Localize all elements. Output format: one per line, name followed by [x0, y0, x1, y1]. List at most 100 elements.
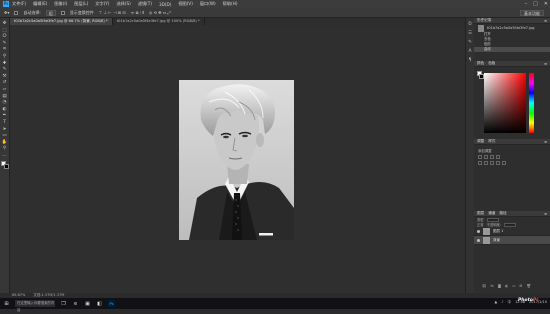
curves-icon[interactable]	[490, 155, 494, 159]
tab-color[interactable]: 颜色	[477, 61, 484, 66]
workspace-switcher[interactable]: 基本功能	[520, 10, 544, 16]
more-icon[interactable]: …	[2, 153, 8, 158]
type-icon[interactable]: T	[2, 120, 8, 125]
background-color-swatch[interactable]	[3, 164, 9, 170]
history-brush-icon[interactable]: ↺	[2, 80, 8, 85]
show-transform-checkbox[interactable]	[60, 10, 65, 15]
minimize-icon[interactable]: –	[525, 1, 528, 7]
tab-channels[interactable]: 通道	[488, 211, 495, 216]
crop-icon[interactable]: ⌗	[2, 47, 8, 52]
volume-icon[interactable]: ♪	[501, 300, 503, 305]
align-buttons[interactable]: ⊤ ⊥ ⊢ ⊣ ⊞ ⊟	[99, 10, 126, 15]
link-icon[interactable]: ⛓	[482, 284, 486, 289]
menu-view[interactable]: 视图(V)	[178, 1, 193, 7]
taskbar-search-input[interactable]: 在这里输入你要搜索的内容	[15, 300, 55, 312]
fx-icon[interactable]: fx	[490, 284, 493, 289]
history-snapshot[interactable]: t01b7a2c5a0a5f4e3fe7.jpg	[474, 24, 550, 32]
eraser-icon[interactable]: ▱	[2, 87, 8, 92]
photoshop-taskbar-icon[interactable]: Ps	[108, 300, 115, 307]
filter-kind-dropdown[interactable]	[486, 217, 499, 222]
maximize-icon[interactable]: □	[533, 1, 538, 7]
tab-history[interactable]: 历史记录	[477, 18, 491, 23]
opacity-field[interactable]	[503, 222, 516, 227]
hue-slider[interactable]	[529, 73, 534, 133]
color-field[interactable]	[484, 73, 526, 133]
close-icon[interactable]: ✕	[544, 1, 548, 7]
new-layer-icon[interactable]: ⊞	[520, 284, 523, 289]
visibility-eye-icon[interactable]	[477, 238, 480, 242]
portrait-photo[interactable]	[179, 80, 294, 240]
tab-adjustments[interactable]: 调整	[477, 139, 484, 144]
folder-icon[interactable]: ▭	[512, 284, 515, 289]
auto-select-dropdown[interactable]: 组	[45, 9, 56, 16]
document-tab[interactable]: t01b7a2c5a0a5f4e3fe7.jpg @ 100% (RGB/8) …	[113, 18, 205, 25]
brush-icon[interactable]: ✎	[2, 67, 8, 72]
pen-icon[interactable]: ✒	[2, 113, 8, 118]
brightness-icon[interactable]	[478, 155, 482, 159]
paragraph-panel-icon[interactable]: ¶	[469, 58, 472, 63]
hand-icon[interactable]: ✋	[2, 140, 8, 145]
photo-filter-icon[interactable]	[502, 161, 506, 165]
marquee-icon[interactable]: ⬚	[2, 28, 8, 33]
tab-layers[interactable]: 图层	[477, 211, 484, 216]
blend-mode-dropdown[interactable]: 正常	[477, 222, 484, 227]
auto-select-checkbox[interactable]	[14, 10, 19, 15]
tab-swatches[interactable]: 色板	[488, 61, 495, 66]
character-panel-icon[interactable]: A	[468, 49, 471, 54]
3d-mode-buttons[interactable]: ◎ ⟲ ✥ ⇔ ⤢	[149, 10, 171, 15]
levels-icon[interactable]	[484, 155, 488, 159]
menu-select[interactable]: 选择(S)	[116, 1, 130, 7]
exposure-icon[interactable]	[496, 155, 500, 159]
document-tab-active[interactable]: t01b7a2c5a0a5f4e3fe7.jpg @ 66.7% (背景, RG…	[10, 18, 113, 25]
move-icon[interactable]: ✥	[2, 21, 8, 26]
eyedropper-icon[interactable]: ⚲	[2, 54, 8, 59]
color-swatches[interactable]	[0, 161, 9, 170]
healing-icon[interactable]: ✚	[2, 61, 8, 66]
blur-icon[interactable]: ◔	[2, 100, 8, 105]
menu-3d[interactable]: 3D(D)	[159, 2, 171, 7]
distribute-buttons[interactable]: ≡ ≣ ⫶ ⫴	[131, 10, 144, 15]
history-panel-icon[interactable]: ⏲	[468, 21, 472, 27]
panel-menu-icon[interactable]: ≡	[544, 140, 547, 144]
menu-window[interactable]: 窗口(W)	[200, 1, 216, 7]
trash-icon[interactable]: 🗑	[526, 284, 530, 289]
gradient-icon[interactable]: ▤	[2, 94, 8, 99]
menu-help[interactable]: 帮助(H)	[223, 1, 238, 7]
vibrance-icon[interactable]	[478, 161, 482, 165]
file-explorer-icon[interactable]: ▣	[84, 300, 91, 307]
lasso-icon[interactable]: ⵔ	[2, 34, 8, 39]
layer-row[interactable]: 图层 1	[474, 227, 550, 236]
menu-file[interactable]: 文件(F)	[12, 1, 26, 7]
menu-type[interactable]: 文字(Y)	[95, 1, 109, 7]
adjustment-layer-icon[interactable]: ◐	[505, 284, 508, 289]
visibility-eye-icon[interactable]	[477, 229, 480, 233]
menu-filter[interactable]: 滤镜(T)	[138, 1, 152, 7]
panel-menu-icon[interactable]: ≡	[544, 62, 547, 66]
quick-select-icon[interactable]: ✎	[2, 41, 8, 46]
edge-browser-icon[interactable]: e	[72, 300, 79, 307]
store-icon[interactable]: ◧	[96, 300, 103, 307]
input-language[interactable]: 中	[507, 300, 511, 305]
properties-panel-icon[interactable]: ☰	[468, 31, 472, 36]
panel-menu-icon[interactable]: ≡	[544, 19, 547, 23]
shape-icon[interactable]: ▭	[2, 133, 8, 138]
color-balance-icon[interactable]	[490, 161, 494, 165]
brush-panel-icon[interactable]: ✎	[468, 40, 472, 45]
windows-start-icon[interactable]: ⊞	[3, 300, 10, 307]
layer-row-selected[interactable]: 背景	[474, 236, 550, 245]
dodge-icon[interactable]: ◐	[2, 107, 8, 112]
menu-image[interactable]: 图像(I)	[54, 1, 67, 7]
tab-styles[interactable]: 样式	[488, 139, 495, 144]
task-view-icon[interactable]: ❐	[60, 300, 67, 307]
network-icon[interactable]: ▲	[495, 300, 498, 305]
path-select-icon[interactable]: ➤	[2, 127, 8, 132]
panel-menu-icon[interactable]: ≡	[544, 212, 547, 216]
mask-icon[interactable]: ◙	[498, 284, 501, 289]
black-white-icon[interactable]	[496, 161, 500, 165]
move-tool-preset-icon[interactable]: ✥▾	[4, 10, 9, 15]
menu-layer[interactable]: 图层(L)	[74, 1, 88, 7]
zoom-icon[interactable]: ⚲	[2, 146, 8, 151]
hue-saturation-icon[interactable]	[484, 161, 488, 165]
tab-paths[interactable]: 路径	[499, 211, 506, 216]
menu-edit[interactable]: 编辑(E)	[33, 1, 47, 7]
